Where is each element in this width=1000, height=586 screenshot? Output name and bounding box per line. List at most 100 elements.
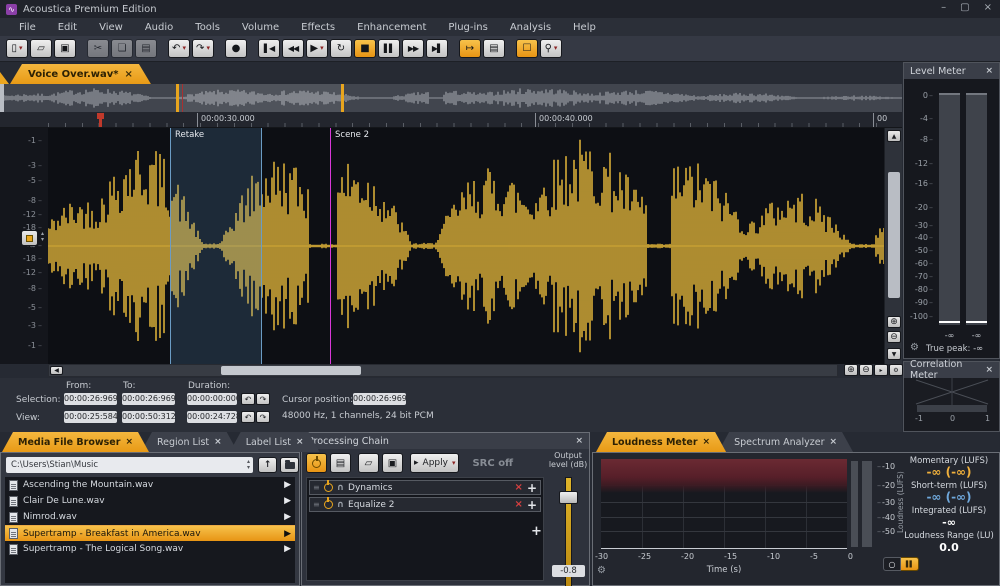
- file-row-supertramp-logical-song[interactable]: Supertramp - The Logical Song.wav ▶: [5, 541, 295, 557]
- output-level-slider-handle[interactable]: [559, 491, 578, 504]
- menu-file[interactable]: File: [8, 22, 47, 33]
- level-meter-settings-icon[interactable]: ⚙: [910, 342, 919, 353]
- play-button[interactable]: ▶ ▾: [306, 39, 328, 58]
- go-to-start-button[interactable]: ▌◀: [258, 39, 280, 58]
- waveform-editor[interactable]: -1-3-5-8-12-18-∞-18-12-8-5-3-1 ▴ ▾ Retak…: [0, 128, 902, 364]
- overview-left-handle[interactable]: [0, 84, 4, 112]
- paste-button[interactable]: ▤: [135, 39, 157, 58]
- drag-handle-icon[interactable]: ≡: [313, 500, 320, 509]
- chain-clipboard-button[interactable]: ▤: [330, 453, 351, 473]
- zoom-out-button[interactable]: ⊖: [859, 364, 873, 376]
- minimize-button[interactable]: –: [941, 2, 946, 13]
- vertical-scroll-thumb[interactable]: [888, 172, 900, 298]
- channel-display-button[interactable]: [21, 230, 38, 246]
- play-icon[interactable]: ▶: [284, 529, 291, 539]
- file-row-clair-de-lune[interactable]: Clair De Lune.wav ▶: [5, 493, 295, 509]
- menu-audio[interactable]: Audio: [134, 22, 184, 33]
- path-combobox[interactable]: C:\Users\Stian\Music ▴▾: [6, 457, 253, 473]
- horizontal-scroll-thumb[interactable]: [221, 366, 361, 375]
- selection-to-field[interactable]: 00:00:26:969: [122, 393, 175, 405]
- close-tab-icon[interactable]: ×: [830, 437, 838, 447]
- maximize-button[interactable]: ▢: [960, 2, 969, 13]
- headphones-icon[interactable]: ∩: [337, 500, 344, 510]
- view-redo-button[interactable]: ↷: [256, 411, 270, 423]
- menu-plugins[interactable]: Plug-ins: [437, 22, 498, 33]
- play-icon[interactable]: ▶: [284, 480, 291, 490]
- stop-button[interactable]: ■: [354, 39, 376, 58]
- drag-handle-icon[interactable]: ≡: [313, 483, 320, 492]
- apply-chain-button[interactable]: ▸ Apply ▾: [410, 453, 459, 473]
- loudness-settings-icon[interactable]: ⚙: [597, 565, 606, 576]
- output-level-value[interactable]: -0.8: [552, 565, 585, 577]
- close-tab-icon[interactable]: ×: [125, 437, 133, 447]
- go-to-end-button[interactable]: ▶▌: [426, 39, 448, 58]
- rewind-button[interactable]: ◀◀: [282, 39, 304, 58]
- correlation-meter-title-bar[interactable]: Correlation Meter ×: [904, 362, 999, 378]
- cursor-position-field[interactable]: 00:00:26:969: [353, 393, 406, 405]
- file-row-supertramp-breakfast[interactable]: Supertramp - Breakfast in America.wav ▶: [5, 525, 295, 541]
- power-icon[interactable]: [324, 483, 333, 492]
- processing-chain-title-bar[interactable]: Processing Chain ×: [302, 433, 589, 449]
- view-to-field[interactable]: 00:00:50:312: [122, 411, 175, 423]
- new-file-button[interactable]: ▯ ▾: [6, 39, 28, 58]
- close-panel-icon[interactable]: ×: [985, 66, 993, 76]
- record-button[interactable]: ●: [225, 39, 247, 58]
- selection-undo-button[interactable]: ↶: [241, 393, 255, 405]
- menu-tools[interactable]: Tools: [184, 22, 231, 33]
- close-panel-icon[interactable]: ×: [985, 365, 993, 375]
- scroll-up-button[interactable]: ▲: [887, 130, 901, 142]
- menu-help[interactable]: Help: [562, 22, 607, 33]
- overview-view-region[interactable]: [176, 84, 344, 112]
- open-file-button[interactable]: ▱: [30, 39, 52, 58]
- selection-duration-field[interactable]: 00:00:00:000: [187, 393, 237, 405]
- zoom-tool-button[interactable]: ⚲ ▾: [540, 39, 562, 58]
- zoom-menu-button[interactable]: ▸: [874, 364, 888, 376]
- play-icon[interactable]: ▶: [284, 512, 291, 522]
- region-retake[interactable]: Retake: [170, 128, 262, 364]
- zoom-in-vertical-button[interactable]: ⊕: [887, 316, 901, 328]
- undo-button[interactable]: ↶ ▾: [168, 39, 190, 58]
- combobox-spinner-icon[interactable]: ▴▾: [247, 459, 250, 471]
- close-tab-icon[interactable]: ×: [703, 437, 711, 447]
- close-tab-icon[interactable]: ×: [125, 69, 133, 80]
- menu-view[interactable]: View: [88, 22, 134, 33]
- pause-button[interactable]: ▌▌: [378, 39, 400, 58]
- scrub-playback-button[interactable]: ↦: [459, 39, 481, 58]
- menu-volume[interactable]: Volume: [231, 22, 290, 33]
- waveform-overview[interactable]: [0, 84, 902, 112]
- tab-loudness-meter[interactable]: Loudness Meter ×: [596, 432, 726, 452]
- chain-enable-button[interactable]: [306, 453, 327, 473]
- fast-forward-button[interactable]: ▶▶: [402, 39, 424, 58]
- selection-from-field[interactable]: 00:00:26:969: [64, 393, 117, 405]
- close-tab-icon[interactable]: ×: [214, 437, 222, 447]
- menu-analysis[interactable]: Analysis: [499, 22, 562, 33]
- selection-tool-button[interactable]: ☐: [516, 39, 538, 58]
- spin-down-icon[interactable]: ▾: [41, 237, 44, 243]
- scroll-down-button[interactable]: ▼: [887, 348, 901, 360]
- tab-region-list[interactable]: Region List ×: [141, 432, 238, 452]
- label-marker-line[interactable]: [330, 128, 331, 364]
- close-tab-icon[interactable]: ×: [296, 437, 304, 447]
- menu-enhancement[interactable]: Enhancement: [346, 22, 437, 33]
- playback-cursor-marker[interactable]: [97, 113, 104, 119]
- close-window-button[interactable]: ×: [984, 2, 992, 13]
- log-view-button[interactable]: ▤: [483, 39, 505, 58]
- zoom-out-vertical-button[interactable]: ⊖: [887, 331, 901, 343]
- remove-item-icon[interactable]: ×: [515, 482, 523, 493]
- view-from-field[interactable]: 00:00:25:584: [64, 411, 117, 423]
- loop-button[interactable]: ↻: [330, 39, 352, 58]
- timeline-ruler[interactable]: 00:00:30.000 00:00:40.000 00: [0, 112, 902, 128]
- play-icon[interactable]: ▶: [284, 496, 291, 506]
- copy-button[interactable]: ❏: [111, 39, 133, 58]
- headphones-icon[interactable]: ∩: [337, 483, 344, 493]
- horizontal-scrollbar[interactable]: ◀: [48, 364, 838, 377]
- close-panel-icon[interactable]: ×: [575, 436, 583, 446]
- tab-label-list[interactable]: Label List ×: [230, 432, 320, 452]
- zoom-settings-button[interactable]: ⚙: [889, 364, 903, 376]
- tab-spectrum-analyzer[interactable]: Spectrum Analyzer ×: [718, 432, 853, 452]
- play-icon[interactable]: ▶: [284, 544, 291, 554]
- file-row-nimrod[interactable]: Nimrod.wav ▶: [5, 509, 295, 525]
- parent-folder-button[interactable]: ↑: [258, 457, 277, 473]
- add-effect-icon[interactable]: +: [531, 524, 542, 539]
- level-meter-title-bar[interactable]: Level Meter ×: [904, 63, 999, 79]
